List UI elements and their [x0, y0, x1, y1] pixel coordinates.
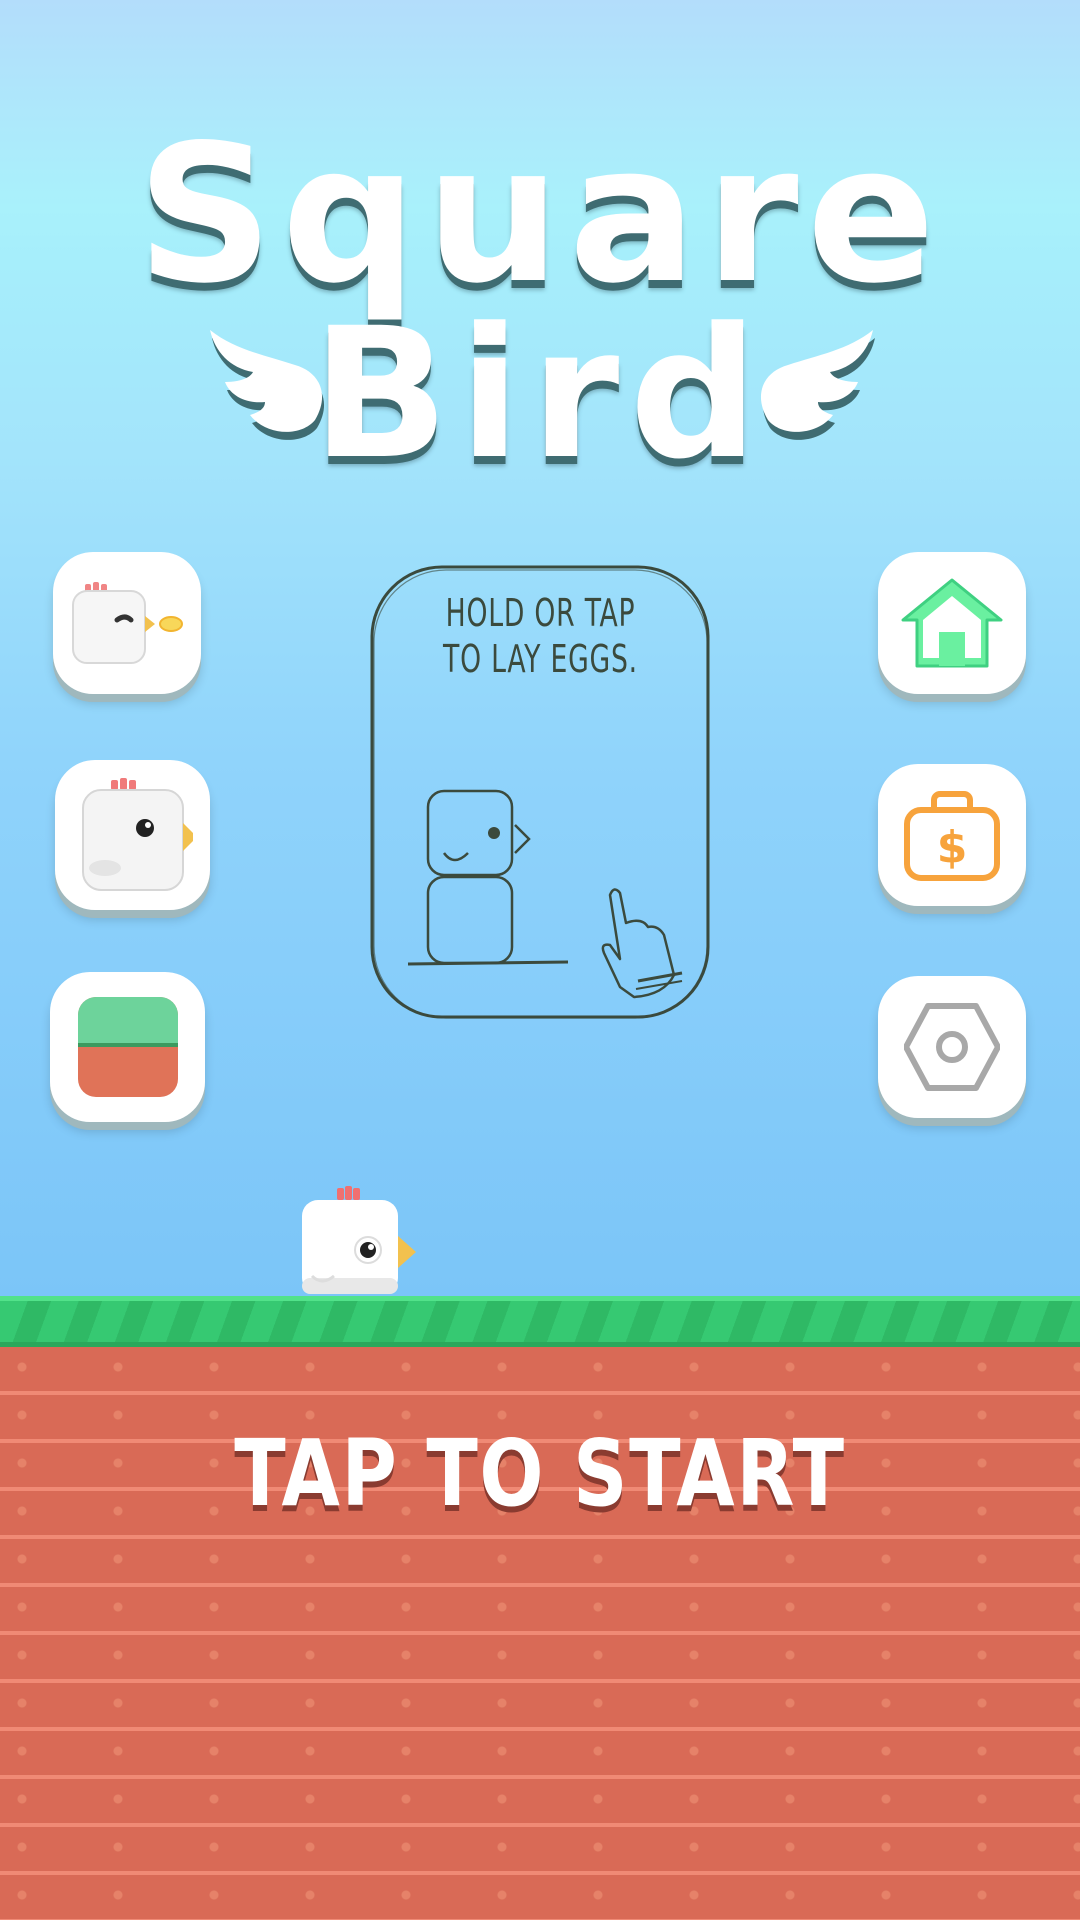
shop-button[interactable]: $ [878, 764, 1026, 906]
title-line-1: Square [136, 104, 944, 325]
home-icon [901, 578, 1003, 667]
theme-select-button[interactable] [50, 972, 205, 1122]
tutorial-line-1: HOLD OR TAP [445, 591, 636, 635]
shop-money-bag-icon: $ [904, 790, 1000, 881]
left-wing-icon [210, 330, 325, 440]
game-title: Square Bird [0, 120, 1080, 490]
grass-strip [0, 1296, 1080, 1346]
settings-gear-icon [904, 1003, 1000, 1091]
sound-chick-icon [72, 582, 183, 664]
home-button[interactable] [878, 552, 1026, 694]
settings-button[interactable] [878, 976, 1026, 1118]
sound-toggle-button[interactable] [53, 552, 201, 694]
character-select-icon [81, 777, 193, 891]
theme-select-icon [77, 997, 178, 1097]
right-wing-icon [760, 330, 875, 440]
tap-to-start-label[interactable]: TAP TO START [97, 1420, 983, 1527]
character-select-button[interactable] [55, 760, 210, 910]
title-line-2: Bird [311, 290, 769, 499]
player-chick [302, 1186, 416, 1294]
tutorial-text: HOLD OR TAP TO LAY EGGS. [406, 590, 675, 682]
svg-text:$: $ [937, 822, 968, 873]
tutorial-line-2: TO LAY EGGS. [443, 637, 638, 681]
